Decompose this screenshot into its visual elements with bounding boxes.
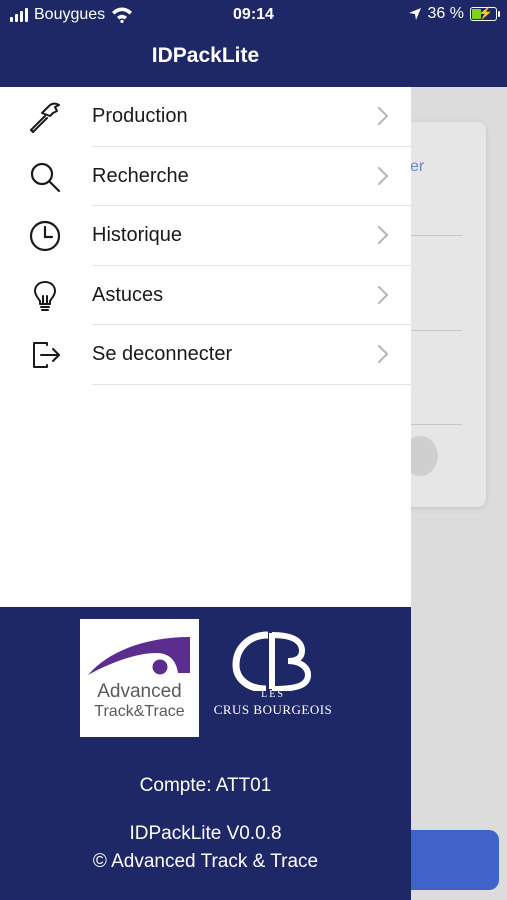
side-drawer: IDPackLite Production Recherche Historiq…	[0, 0, 411, 900]
menu-item-production[interactable]: Production	[0, 87, 411, 147]
chevron-right-icon	[378, 226, 389, 244]
background-divider	[410, 424, 462, 425]
background-action-button	[400, 830, 499, 890]
menu-item-recherche[interactable]: Recherche	[0, 147, 411, 206]
charging-bolt-icon: ⚡	[478, 6, 493, 20]
chevron-right-icon	[378, 345, 389, 363]
crus-bourgeois-logo: LES CRUS BOURGEOIS	[210, 627, 336, 727]
logout-icon	[26, 337, 64, 373]
menu-item-label: Se deconnecter	[92, 343, 233, 365]
lightbulb-icon	[26, 278, 64, 314]
menu-item-se-deconnecter[interactable]: Se deconnecter	[0, 325, 411, 385]
search-icon	[26, 159, 64, 195]
app-version: IDPackLite V0.0.8	[129, 823, 282, 844]
drawer-footer: Advanced Track&Trace LES CRUS BOURGEOIS …	[0, 607, 411, 900]
logo-cb-name: CRUS BOURGEOIS	[213, 702, 333, 717]
advanced-track-trace-logo: Advanced Track&Trace	[80, 619, 199, 737]
chevron-right-icon	[378, 166, 389, 185]
chevron-right-icon	[378, 107, 389, 125]
background-card-text: er	[410, 158, 425, 175]
location-arrow-icon	[408, 8, 421, 20]
status-right: 36 % ⚡	[408, 5, 500, 23]
menu-item-label: Astuces	[92, 283, 164, 306]
chevron-right-icon	[378, 285, 389, 304]
background-divider	[410, 330, 462, 331]
copyright: © Advanced Track & Trace	[92, 851, 319, 872]
menu-item-label: Recherche	[92, 164, 189, 187]
app-title: IDPackLite	[151, 44, 260, 67]
clock-icon	[26, 218, 64, 254]
menu-item-label: Production	[92, 105, 188, 127]
status-bar: Bouygues 09:14 36 % ⚡	[0, 0, 507, 30]
logo-att-line2: Track&Trace	[94, 703, 185, 720]
logo-cb-les: LES	[261, 689, 285, 700]
menu-item-astuces[interactable]: Astuces	[0, 266, 411, 325]
logo-att-line1: Advanced	[97, 681, 182, 702]
battery-percentage: 36 %	[427, 5, 464, 22]
hammer-icon	[26, 99, 64, 135]
divider	[92, 383, 411, 385]
menu-item-historique[interactable]: Historique	[0, 206, 411, 266]
logo-swoosh-icon	[88, 637, 190, 678]
cb-monogram-icon	[232, 631, 312, 693]
battery-icon: ⚡	[470, 6, 500, 21]
background-divider	[410, 235, 462, 236]
account-label: Compte: ATT01	[139, 775, 272, 796]
menu-item-label: Historique	[92, 224, 183, 246]
drawer-menu: Production Recherche Historique Astuces …	[0, 87, 411, 385]
